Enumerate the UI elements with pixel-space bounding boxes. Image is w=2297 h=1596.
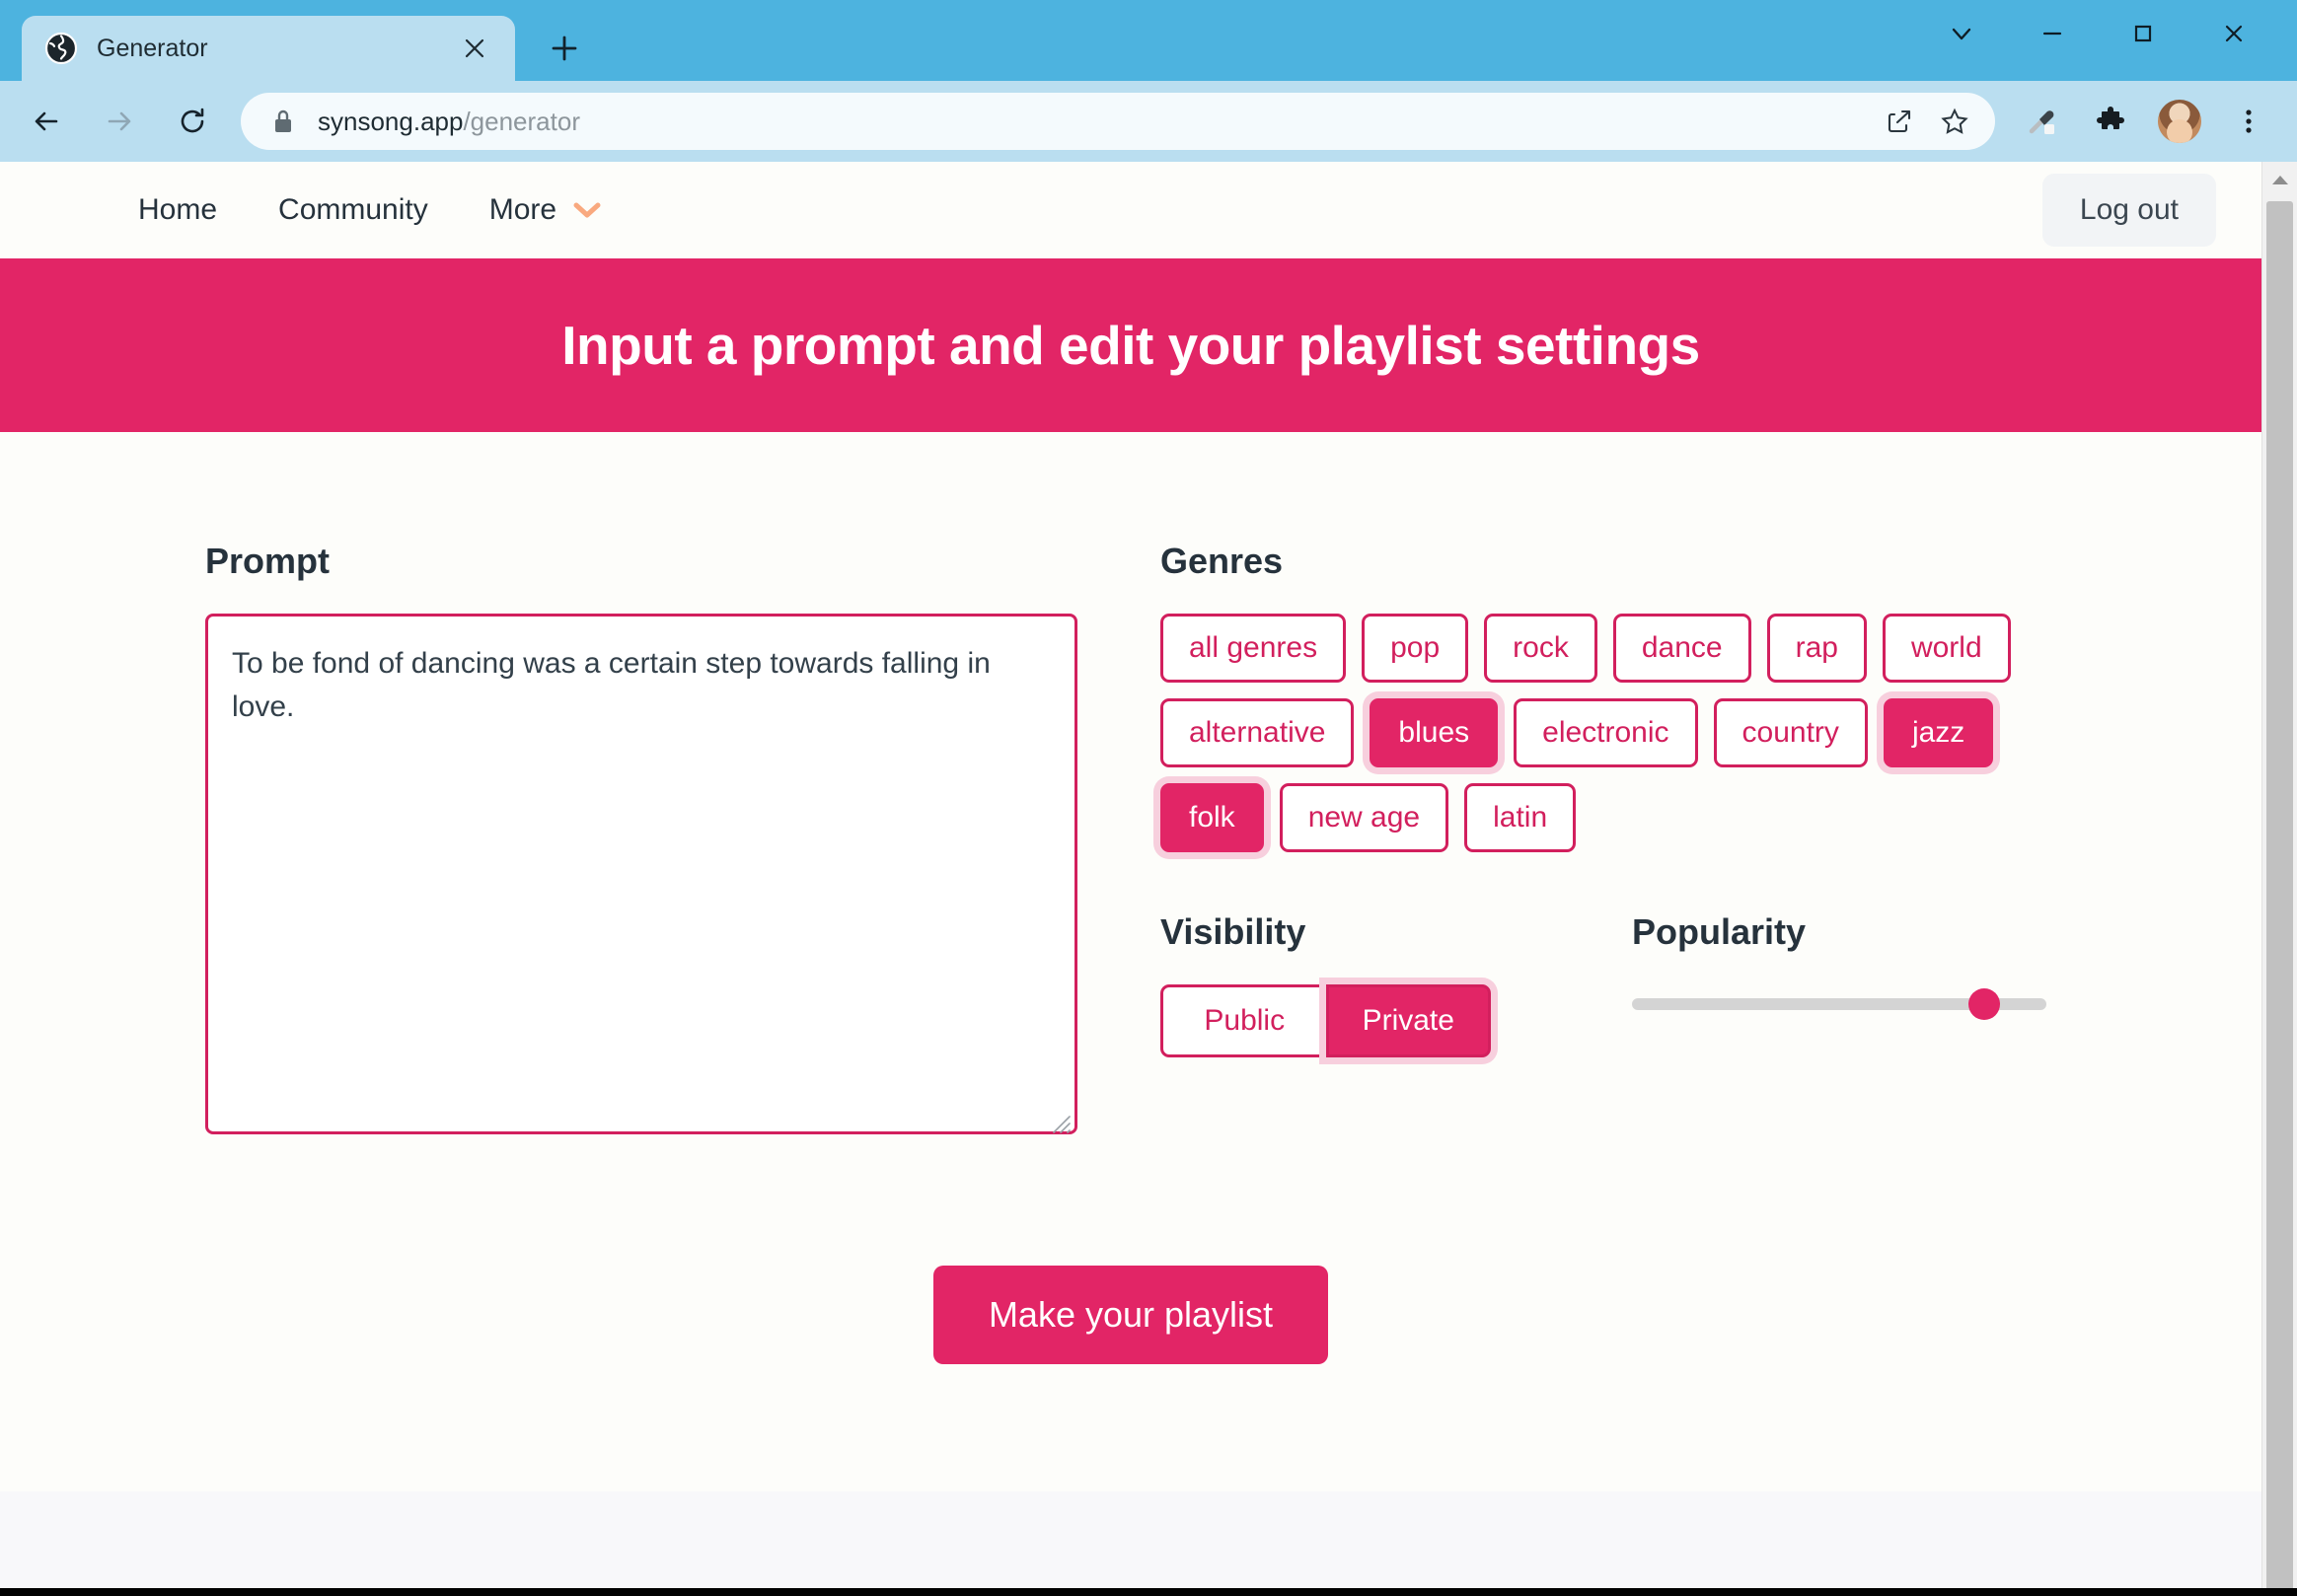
genre-chip-rock[interactable]: rock [1484, 614, 1597, 683]
plus-icon [552, 36, 577, 61]
visibility-option-private[interactable]: Private [1325, 984, 1491, 1057]
prompt-input[interactable] [205, 614, 1077, 1134]
genre-chip-all-genres[interactable]: all genres [1160, 614, 1347, 683]
site-navbar: Home Community More Log out [0, 162, 2261, 258]
hero-banner: Input a prompt and edit your playlist se… [0, 258, 2261, 432]
textarea-resize-handle[interactable] [1046, 1109, 1072, 1134]
browser-tab[interactable]: Generator [22, 16, 515, 81]
minimize-icon [2042, 32, 2062, 36]
forward-button[interactable] [83, 85, 156, 158]
popularity-slider[interactable] [1632, 984, 2046, 1024]
make-playlist-button[interactable]: Make your playlist [932, 1266, 1329, 1364]
window-controls [1916, 8, 2279, 59]
genre-chip-latin[interactable]: latin [1464, 783, 1577, 852]
page-scrollbar[interactable] [2261, 162, 2297, 1588]
window-chevron-down-button[interactable] [1916, 8, 2007, 59]
genre-chip-rap[interactable]: rap [1766, 614, 1867, 683]
eyedropper-icon[interactable] [2007, 87, 2076, 156]
back-arrow-icon [35, 111, 58, 131]
window-bottom-edge [0, 1588, 2297, 1596]
new-tab-button[interactable] [537, 21, 592, 76]
prompt-section: Prompt [205, 541, 1079, 1139]
url-host: synsong.app [318, 106, 464, 136]
window-close-button[interactable] [2188, 8, 2279, 59]
nav-item-more-label: More [488, 193, 557, 226]
web-page: Home Community More Log out Input a prom… [0, 162, 2261, 1588]
share-icon[interactable] [1875, 97, 1924, 146]
genre-chip-country[interactable]: country [1713, 698, 1868, 767]
slider-thumb[interactable] [1968, 988, 2001, 1020]
genre-chip-group: all genres pop rock dance rap world alternativ… [1160, 614, 2029, 852]
genre-chip-alternative[interactable]: alternative [1160, 698, 1355, 767]
logout-button[interactable]: Log out [2041, 174, 2216, 247]
back-button[interactable] [10, 85, 83, 158]
visibility-toggle: Public Private [1160, 984, 1491, 1057]
reload-icon [181, 108, 204, 133]
address-bar[interactable]: synsong.app/generator [241, 93, 1995, 150]
scrollbar-thumb[interactable] [2266, 201, 2293, 1588]
nav-item-more[interactable]: More [489, 193, 602, 227]
profile-avatar[interactable] [2158, 100, 2201, 143]
genre-chip-electronic[interactable]: electronic [1514, 698, 1698, 767]
page-footer-band [0, 1491, 2261, 1588]
globe-icon [43, 31, 79, 66]
generator-form: Prompt Genres all genrespoprockdancerapw… [0, 432, 2261, 1364]
site-nav-links: Home Community More [138, 193, 602, 227]
reload-button[interactable] [156, 85, 229, 158]
chevron-down-icon [1952, 28, 1971, 40]
genre-chip-dance[interactable]: dance [1612, 614, 1751, 683]
scrollbar-up-button[interactable] [2262, 162, 2297, 197]
address-bar-url: synsong.app/generator [318, 107, 1869, 137]
more-menu-icon[interactable] [2214, 87, 2283, 156]
forward-arrow-icon [108, 111, 131, 131]
genre-chip-folk[interactable]: folk [1160, 783, 1264, 852]
maximize-icon [2134, 25, 2152, 42]
url-path: /generator [463, 106, 580, 136]
browser-tab-strip: Generator [0, 0, 2297, 81]
genre-chip-blues[interactable]: blues [1370, 698, 1499, 767]
genre-chip-jazz[interactable]: jazz [1883, 698, 1994, 767]
browser-toolbar: synsong.app/generator [0, 81, 2297, 162]
genre-chip-world[interactable]: world [1882, 614, 2011, 683]
triangle-up-icon [2271, 176, 2288, 184]
page-title: Input a prompt and edit your playlist se… [561, 315, 1700, 376]
close-icon[interactable] [456, 30, 493, 67]
popularity-label: Popularity [1632, 911, 1807, 952]
extensions-puzzle-icon[interactable] [2076, 87, 2145, 156]
genres-label: Genres [1160, 541, 1284, 581]
browser-window: Generator synsong.app/generator Home Com… [0, 0, 2297, 1596]
star-icon[interactable] [1930, 97, 1979, 146]
chevron-down-icon [572, 201, 602, 219]
nav-item-home[interactable]: Home [138, 193, 217, 227]
window-maximize-button[interactable] [2098, 8, 2188, 59]
nav-item-community[interactable]: Community [278, 193, 428, 227]
visibility-label: Visibility [1160, 911, 1306, 952]
lock-icon [270, 108, 296, 135]
prompt-label: Prompt [205, 541, 330, 581]
close-icon [2225, 25, 2243, 42]
genre-chip-pop[interactable]: pop [1362, 614, 1469, 683]
popularity-section: Popularity [1632, 911, 2068, 1057]
visibility-option-public[interactable]: Public [1160, 984, 1326, 1057]
genre-chip-new-age[interactable]: new age [1279, 783, 1449, 852]
browser-tab-title: Generator [97, 34, 208, 62]
window-minimize-button[interactable] [2007, 8, 2098, 59]
visibility-section: Visibility Public Private [1160, 911, 1632, 1057]
settings-section: Genres all genres pop rock dance rap world alt… [1160, 541, 2068, 1139]
page-viewport: Home Community More Log out Input a prom… [0, 162, 2297, 1588]
